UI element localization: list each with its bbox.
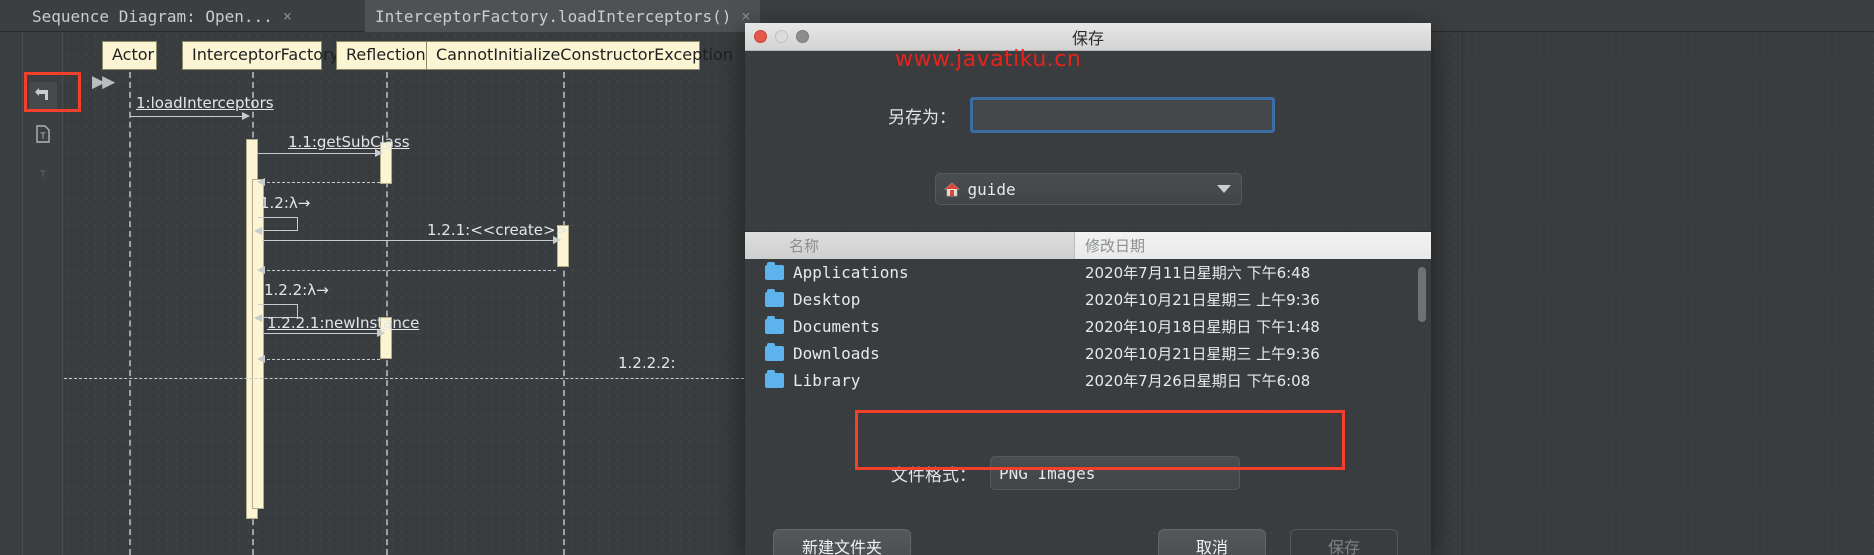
- file-row[interactable]: Library 2020年7月26日星期日 下午6:08: [745, 367, 1431, 394]
- return-arrow: [262, 270, 556, 271]
- file-date: 2020年10月21日星期三 上午9:36: [1085, 291, 1320, 309]
- lifeline-actor: [129, 72, 131, 555]
- home-icon: [943, 182, 960, 197]
- participant-cannotinitializeconstructorexception[interactable]: CannotInitializeConstructorException: [426, 41, 733, 70]
- column-header-name[interactable]: 名称: [745, 232, 1075, 259]
- message-label: 1.2:λ→: [260, 194, 311, 212]
- lifeline-exception: [563, 72, 565, 555]
- folder-icon: [765, 316, 784, 334]
- message-arrow: [258, 153, 378, 154]
- file-row[interactable]: logs 2020年7月26日星期日 下午2:17: [745, 394, 1431, 396]
- file-date: 2020年7月26日星期日 下午6:08: [1085, 372, 1311, 390]
- save-as-input[interactable]: [970, 97, 1275, 133]
- self-message-loop: [258, 217, 298, 231]
- message-arrow: [262, 333, 380, 334]
- folder-icon: [765, 262, 784, 280]
- arrowhead-icon: [257, 266, 265, 274]
- watermark-text: www.javatiku.cn: [895, 47, 1082, 72]
- return-arrow: [64, 378, 784, 379]
- file-name: Applications: [793, 263, 909, 282]
- file-list-scrollbar[interactable]: [1418, 267, 1426, 322]
- arrowhead-icon: [375, 149, 383, 157]
- highlight-file-format: [855, 410, 1345, 470]
- cancel-button[interactable]: 取消: [1158, 529, 1266, 555]
- message-label: 1.2.2.1:newInstance: [267, 314, 420, 332]
- arrowhead-icon: [257, 178, 265, 186]
- file-row[interactable]: Documents 2020年10月18日星期日 下午1:48: [745, 313, 1431, 340]
- text-document-icon[interactable]: T: [29, 120, 57, 148]
- expand-all-icon[interactable]: ▶▶: [92, 72, 115, 92]
- location-value: guide: [967, 179, 1016, 199]
- file-row[interactable]: Desktop 2020年10月21日星期三 上午9:36: [745, 286, 1431, 313]
- file-name: Library: [793, 371, 861, 390]
- right-panel: [1462, 32, 1874, 555]
- file-row[interactable]: Applications 2020年7月11日星期六 下午6:48: [745, 259, 1431, 286]
- svg-text:T: T: [40, 170, 46, 180]
- arrowhead-icon: [257, 355, 265, 363]
- message-label: 1.2.1:<<create>>: [427, 221, 569, 239]
- new-folder-button[interactable]: 新建文件夹: [773, 529, 911, 555]
- file-date: 2020年10月21日星期三 上午9:36: [1085, 345, 1320, 363]
- file-name: Documents: [793, 317, 880, 336]
- dialog-titlebar[interactable]: 保存: [745, 23, 1431, 51]
- tab-label: InterceptorFactory.loadInterceptors(): [375, 6, 732, 26]
- svg-text:T: T: [40, 132, 46, 142]
- tab-label: Sequence Diagram: Open...: [32, 6, 273, 26]
- file-date: 2020年10月18日星期日 下午1:48: [1085, 318, 1320, 336]
- arrowhead-icon: [553, 236, 561, 244]
- return-arrow: [262, 359, 380, 360]
- arrowhead-icon: [377, 329, 385, 337]
- tab-interceptorfactory-loadinterceptors[interactable]: InterceptorFactory.loadInterceptors() ×: [365, 0, 761, 32]
- message-label: 1.2.2.2:: [618, 354, 676, 372]
- tab-sequence-diagram-open[interactable]: Sequence Diagram: Open... ×: [22, 0, 302, 32]
- arrowhead-icon: [254, 227, 262, 235]
- dialog-title: 保存: [1071, 28, 1104, 48]
- folder-icon: [765, 370, 784, 388]
- save-dialog[interactable]: 保存 www.javatiku.cn 另存为： guide 名称 修改日期 Ap…: [745, 23, 1431, 555]
- file-row[interactable]: Downloads 2020年10月21日星期三 上午9:36: [745, 340, 1431, 367]
- location-combobox[interactable]: guide: [934, 173, 1242, 205]
- file-name: Desktop: [793, 290, 861, 309]
- file-list-header: 名称 修改日期: [745, 232, 1431, 259]
- participant-interceptorfactory[interactable]: InterceptorFactory: [182, 41, 339, 70]
- dialog-buttons: 新建文件夹 取消 保存: [745, 529, 1431, 555]
- participant-reflectionutil[interactable]: ReflectionUtil: [336, 41, 452, 70]
- message-label: 1:loadInterceptors: [136, 94, 274, 112]
- arrowhead-icon: [254, 314, 262, 322]
- highlight-export-button: [24, 72, 81, 112]
- folder-icon: [765, 343, 784, 361]
- message-label: 1.2.2:λ→: [264, 281, 329, 299]
- location-row: guide: [745, 173, 1431, 205]
- close-icon[interactable]: ×: [283, 7, 292, 25]
- save-button: 保存: [1290, 529, 1398, 555]
- folder-icon: [765, 289, 784, 307]
- column-header-modified[interactable]: 修改日期: [1075, 232, 1431, 259]
- chevron-down-icon[interactable]: [1216, 185, 1231, 193]
- file-list[interactable]: 名称 修改日期 Applications 2020年7月11日星期六 下午6:4…: [745, 231, 1431, 396]
- message-arrow: [130, 116, 245, 117]
- dialog-body: www.javatiku.cn 另存为： guide 名称 修改日期 Appli…: [745, 47, 1431, 555]
- file-date: 2020年7月11日星期六 下午6:48: [1085, 264, 1311, 282]
- participant-actor[interactable]: Actor: [102, 41, 157, 70]
- save-as-label: 另存为：: [888, 107, 956, 128]
- message-label: 1.1:getSubClass: [288, 133, 410, 151]
- message-arrow: [262, 240, 556, 241]
- return-arrow: [262, 182, 380, 183]
- text-document-disabled-icon: T: [29, 158, 57, 186]
- file-name: Downloads: [793, 344, 880, 363]
- arrowhead-icon: [242, 112, 250, 120]
- save-as-row: 另存为：: [745, 97, 1431, 133]
